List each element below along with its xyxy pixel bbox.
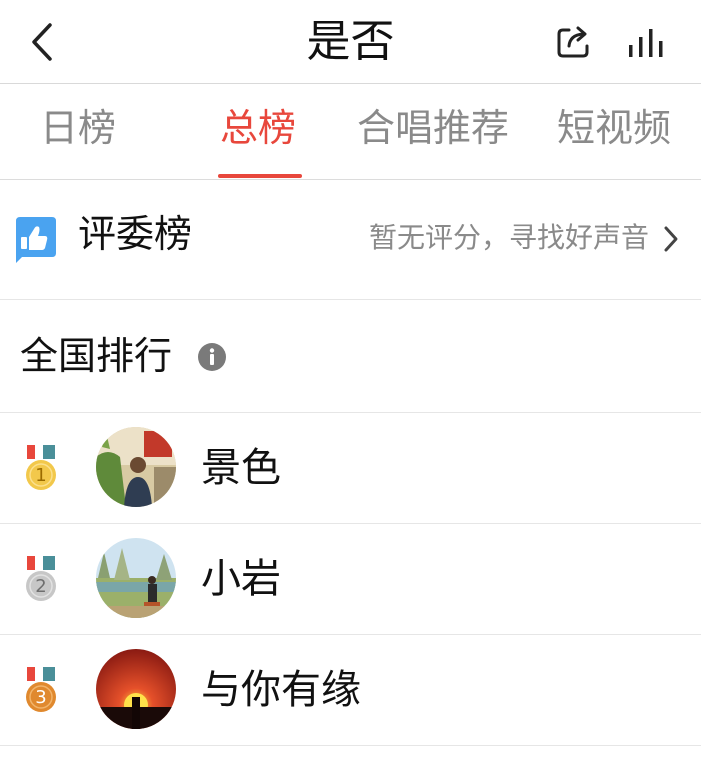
list-item[interactable]: 3 与你有缘 [0,635,701,746]
rank-number: 3 [35,687,47,708]
user-name: 景色 [201,445,281,491]
judges-board-label: 评委榜 [78,212,193,256]
chevron-right-icon [664,226,678,252]
list-item[interactable]: 1 景色 [0,413,701,524]
tab-overall[interactable]: 总榜 [220,102,296,154]
national-ranking-label: 全国排行 [20,334,173,378]
bar-chart-icon [629,29,663,57]
tab-daily[interactable]: 日榜 [40,102,116,154]
avatar[interactable] [96,538,176,618]
user-name: 与你有缘 [201,667,361,713]
rank-number: 1 [35,465,47,486]
avatar[interactable] [96,427,176,507]
rank-number: 2 [35,576,47,597]
tab-chorus[interactable]: 合唱推荐 [357,102,509,154]
avatar[interactable] [96,649,176,729]
info-icon[interactable] [197,342,227,372]
share-button[interactable] [552,20,596,64]
tab-short-video[interactable]: 短视频 [557,102,671,154]
stats-button[interactable] [622,22,670,62]
active-tab-indicator [218,174,302,178]
judges-board-status: 暂无评分，寻找好声音 [368,221,649,254]
user-name: 小岩 [201,556,281,602]
share-icon [557,26,589,58]
judges-board-row[interactable]: 评委榜 暂无评分，寻找好声音 [0,180,701,300]
thumbs-up-icon [16,217,56,263]
national-ranking-header: 全国排行 [0,300,701,413]
ranking-tabs: 日榜 总榜 合唱推荐 短视频 [0,84,701,180]
list-item[interactable]: 2 小岩 [0,524,701,635]
top-bar: 是否 [0,0,701,84]
